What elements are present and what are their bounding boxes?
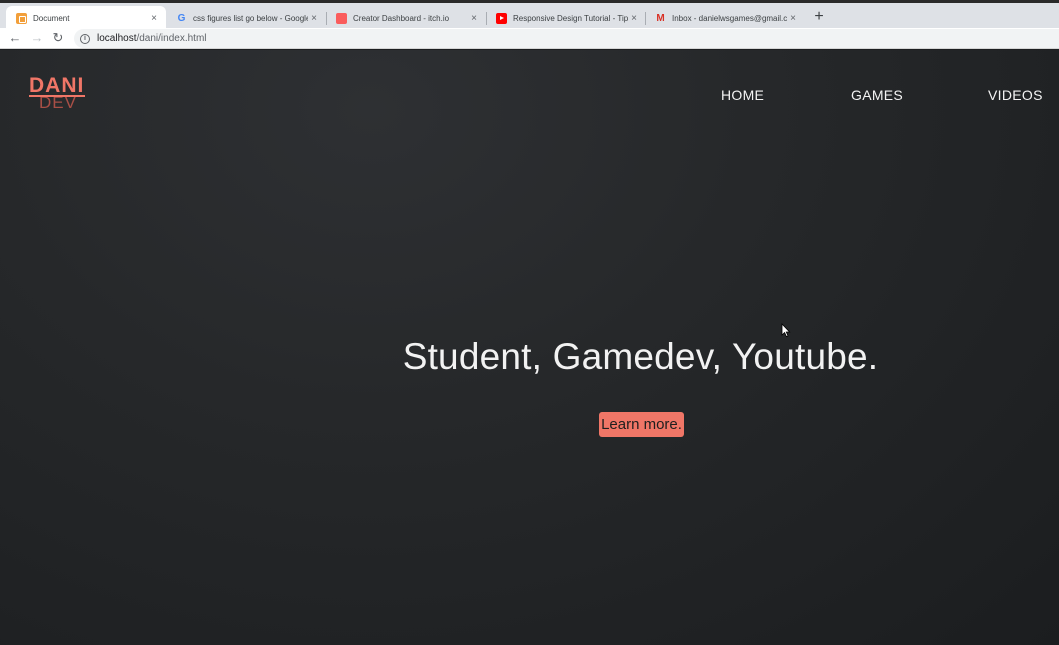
new-tab-button[interactable]: + [812,8,826,26]
url-input[interactable]: i localhost/dani/index.html [74,29,1059,48]
tab-title: Creator Dashboard - itch.io [353,14,450,23]
learn-more-button[interactable]: Learn more. [599,412,684,437]
close-tab-icon[interactable]: × [628,13,640,24]
tab-title: Document [33,14,70,23]
logo-bottom-text: DEV [39,93,77,112]
tab-title: Inbox - danielwsgames@gmail.com [672,14,787,23]
url-path: /dani/index.html [136,33,207,44]
hero-title: Student, Gamedev, Youtube. [402,336,879,377]
document-favicon-icon [16,13,27,24]
url-host: localhost [97,33,137,44]
google-favicon-icon: G [177,13,186,24]
close-tab-icon[interactable]: × [468,13,480,24]
tab-title: css figures list go below - Google Se [193,14,308,23]
itchio-favicon-icon [336,13,347,24]
close-tab-icon[interactable]: × [787,13,799,24]
forward-arrow-icon[interactable]: → [30,30,44,46]
close-tab-icon[interactable]: × [308,13,320,24]
nav-home-link[interactable]: HOME [721,87,764,103]
site-info-icon[interactable]: i [80,33,90,44]
tab-title: Responsive Design Tutorial - Tips fo [513,14,628,23]
gmail-favicon-icon: M [656,13,665,24]
site-logo[interactable]: DANI DEV [29,75,85,112]
nav-videos-link[interactable]: VIDEOS [988,87,1043,103]
youtube-favicon-icon [496,13,507,24]
close-tab-icon[interactable]: × [148,13,160,24]
page-content: DANI DEV HOME GAMES VIDEOS Student, Game… [0,50,1059,645]
reload-icon[interactable]: ↻ [51,30,65,46]
browser-tab-strip: Document × G css figures list go below -… [0,0,1059,31]
logo-divider [29,95,85,97]
mouse-pointer-icon [781,323,791,338]
nav-games-link[interactable]: GAMES [851,87,903,103]
address-toolbar: ← → ↻ i localhost/dani/index.html [0,28,1059,49]
url-text: localhost/dani/index.html [97,33,207,44]
back-arrow-icon[interactable]: ← [8,30,22,46]
